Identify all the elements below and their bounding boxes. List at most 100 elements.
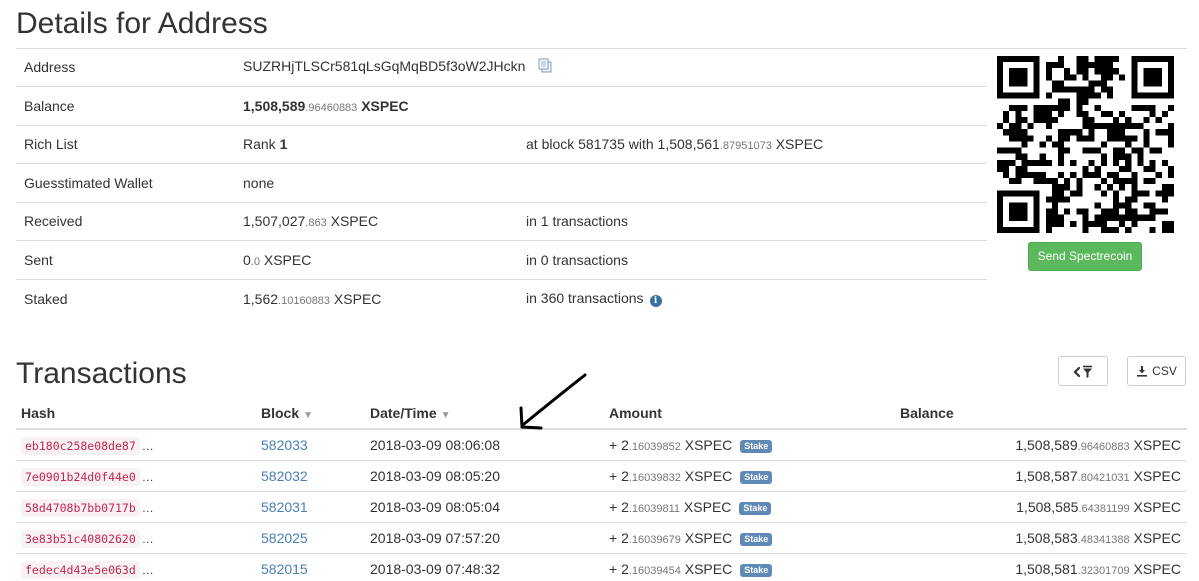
amount-unit: XSPEC xyxy=(680,467,733,484)
datetime-cell: 2018-03-09 07:48:32 xyxy=(370,553,609,581)
address-value[interactable]: SUZRHjTLSCr581qLsGqMqBD5f3oW2JHckn xyxy=(243,58,525,74)
rich-list-extra-dec: .87951073 xyxy=(719,140,772,153)
tx-hash-link[interactable]: eb180c258e08de87 xyxy=(21,436,140,455)
datetime-cell: 2018-03-09 08:06:08 xyxy=(370,429,609,461)
row-balance-dec: .96460883 xyxy=(1077,440,1130,453)
row-balance-int: 1,508,583 xyxy=(1015,529,1078,546)
row-balance-unit: XSPEC xyxy=(1129,529,1181,546)
sort-caret-icon: ▼ xyxy=(440,410,451,421)
amount-unit: XSPEC xyxy=(680,529,733,546)
info-icon[interactable]: i xyxy=(649,295,662,307)
block-link[interactable]: 582033 xyxy=(261,437,308,453)
column-header-hash: Hash xyxy=(16,398,261,430)
block-link[interactable]: 582031 xyxy=(261,499,308,515)
sent-unit: XSPEC xyxy=(259,251,312,268)
amount-cell: + 2.16039852 XSPEC Stake xyxy=(609,429,900,461)
amount-dec: .16039832 xyxy=(628,471,681,484)
tx-hash-link[interactable]: 58d4708b7bb0717b xyxy=(21,498,140,517)
balance-cell: 1,508,583.48341388 XSPEC xyxy=(900,522,1187,554)
staked-extra: in 360 transactions xyxy=(526,290,644,306)
arrow-annotation xyxy=(519,373,587,430)
rich-list-extra-unit: XSPEC xyxy=(771,136,824,153)
wallet-value: none xyxy=(243,163,987,203)
balance-unit: XSPEC xyxy=(361,97,409,114)
amount-cell: + 2.16039454 XSPEC Stake xyxy=(609,553,900,581)
row-balance-dec: .80421031 xyxy=(1077,471,1130,484)
row-balance-dec: .48341388 xyxy=(1077,533,1130,546)
details-row-rich-list: Rich List Rank 1 at block 581735 with 1,… xyxy=(16,125,987,164)
hash-cell: 58d4708b7bb0717b… xyxy=(16,491,261,523)
details-row-sent: Sent 0.0 XSPEC in 0 transactions xyxy=(16,240,987,280)
staked-dec: .10160883 xyxy=(278,294,331,307)
hash-ellipsis: … xyxy=(141,562,154,577)
amount-int: + 2 xyxy=(609,498,629,515)
block-link[interactable]: 582032 xyxy=(261,468,308,484)
amount-unit: XSPEC xyxy=(680,560,733,577)
transactions-title: Transactions xyxy=(16,357,187,390)
received-value: 1,507,027.863 XSPEC xyxy=(243,202,526,241)
hash-ellipsis: … xyxy=(141,469,154,484)
block-link[interactable]: 582015 xyxy=(261,561,308,577)
rich-list-label: Rich List xyxy=(16,125,243,164)
tx-hash-link[interactable]: fedec4d43e5e063d xyxy=(21,560,140,579)
balance-dec: .96460883 xyxy=(305,101,358,114)
rich-list-extra-prefix: at block 581735 with 1,508,561 xyxy=(526,136,720,153)
amount-cell: + 2.16039832 XSPEC Stake xyxy=(609,460,900,492)
received-int: 1,507,027 xyxy=(243,213,306,230)
hash-ellipsis: … xyxy=(141,500,154,515)
amount-unit: XSPEC xyxy=(680,498,732,515)
hash-ellipsis: … xyxy=(141,531,154,546)
hash-cell: eb180c258e08de87… xyxy=(16,429,261,461)
tx-hash-link[interactable]: 7e0901b24d0f44e0 xyxy=(21,467,140,486)
amount-cell: + 2.16039679 XSPEC Stake xyxy=(609,522,900,554)
stake-badge: Stake xyxy=(740,563,773,577)
block-link[interactable]: 582025 xyxy=(261,530,308,546)
amount-unit: XSPEC xyxy=(680,436,733,453)
stake-badge: Stake xyxy=(739,501,772,515)
row-balance-dec: .64381199 xyxy=(1078,502,1130,515)
row-balance-int: 1,508,585 xyxy=(1016,498,1079,515)
send-spectrecoin-button[interactable]: Send Spectrecoin xyxy=(1028,242,1142,271)
row-balance-int: 1,508,589 xyxy=(1015,436,1078,453)
row-balance-unit: XSPEC xyxy=(1129,436,1181,453)
sent-extra: in 0 transactions xyxy=(526,240,987,280)
column-header-datetime-label: Date/Time xyxy=(370,405,437,421)
details-row-wallet: Guesstimated Wallet none xyxy=(16,163,987,203)
datetime-cell: 2018-03-09 07:57:20 xyxy=(370,522,609,554)
details-row-balance: Balance 1,508,589.96460883 XSPEC xyxy=(16,86,987,126)
copy-icon[interactable] xyxy=(538,58,552,76)
balance-value: 1,508,589.96460883 XSPEC xyxy=(243,86,987,126)
column-header-amount: Amount xyxy=(609,398,900,430)
block-cell: 582025 xyxy=(261,522,370,554)
chevron-filter-icon xyxy=(1073,365,1092,378)
row-balance-int: 1,508,581 xyxy=(1015,560,1078,577)
column-header-block-label: Block xyxy=(261,405,300,421)
filter-button[interactable] xyxy=(1058,356,1108,386)
sent-value: 0.0 XSPEC xyxy=(243,240,526,280)
column-header-block[interactable]: Block ▼ xyxy=(261,398,370,430)
balance-int: 1,508,589 xyxy=(243,97,306,114)
rich-list-rank: Rank 1 xyxy=(243,125,526,164)
received-dec: .863 xyxy=(305,217,327,230)
stake-badge: Stake xyxy=(740,470,773,484)
table-row: fedec4d43e5e063d… 582015 2018-03-09 07:48:… xyxy=(16,553,1187,581)
tx-hash-link[interactable]: 3e83b51c40802620 xyxy=(21,529,140,548)
balance-cell: 1,508,585.64381199 XSPEC xyxy=(900,491,1187,523)
sent-dec: .0 xyxy=(250,255,260,268)
details-row-address: Address SUZRHjTLSCr581qLsGqMqBD5f3oW2JHc… xyxy=(16,48,987,87)
hash-ellipsis: … xyxy=(141,438,154,453)
transactions-table: Hash Block ▼ Date/Time ▼ Amount Balance eb… xyxy=(16,398,1187,581)
amount-int: + 2 xyxy=(609,467,629,484)
table-row: 58d4708b7bb0717b… 582031 2018-03-09 08:05:… xyxy=(16,491,1187,523)
block-cell: 582031 xyxy=(261,491,370,523)
amount-dec: .16039454 xyxy=(628,564,681,577)
received-unit: XSPEC xyxy=(326,213,379,230)
block-cell: 582032 xyxy=(261,460,370,492)
staked-extra-cell: in 360 transactions i xyxy=(526,279,987,318)
wallet-label: Guesstimated Wallet xyxy=(16,163,243,203)
csv-export-button[interactable]: CSV xyxy=(1127,356,1186,386)
staked-label: Staked xyxy=(24,290,68,307)
csv-label: CSV xyxy=(1152,364,1177,378)
staked-int: 1,562 xyxy=(243,290,279,307)
received-extra: in 1 transactions xyxy=(526,202,987,241)
